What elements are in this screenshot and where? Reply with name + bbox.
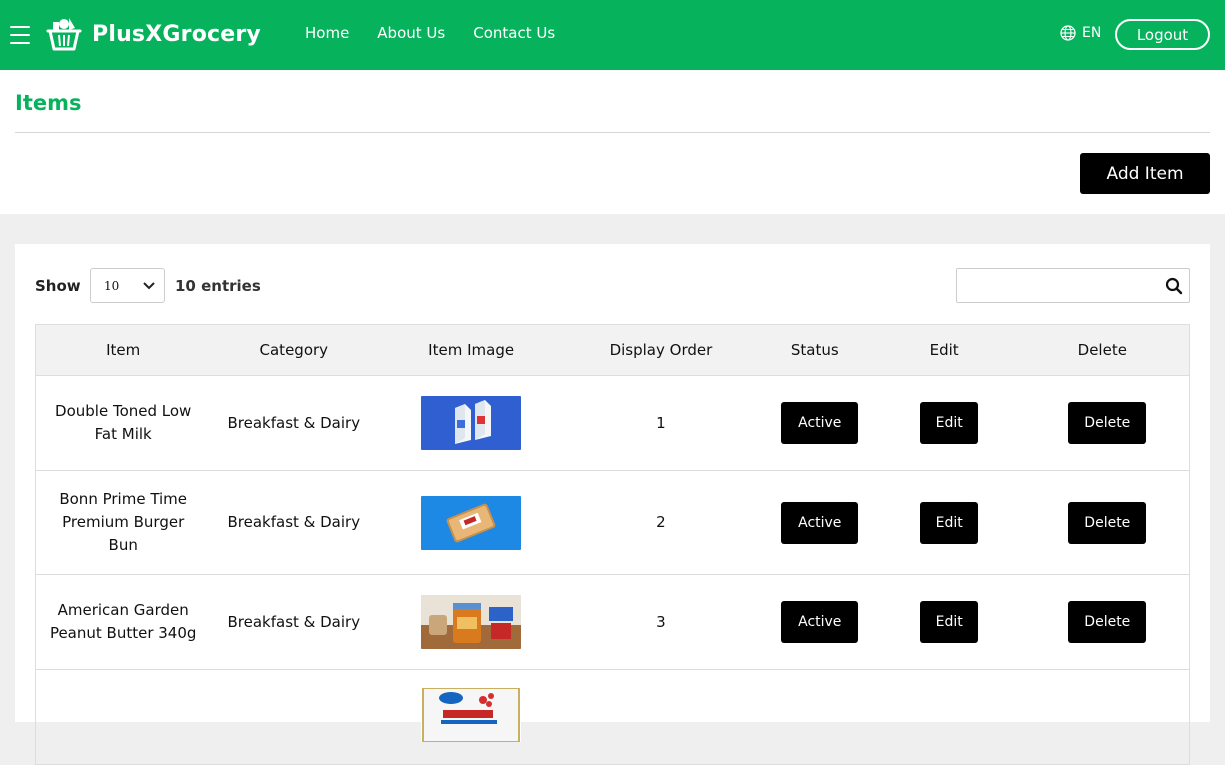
status-cell: Active <box>756 375 873 471</box>
nav-home-link[interactable]: Home <box>305 24 349 42</box>
paneer-pack-image <box>421 688 522 742</box>
delete-button[interactable]: Delete <box>1068 601 1147 643</box>
col-header-display-order[interactable]: Display Order <box>565 324 757 376</box>
search-icon[interactable] <box>1165 277 1183 295</box>
display-order: 2 <box>565 470 757 575</box>
col-header-item[interactable]: Item <box>35 324 211 376</box>
nav-contact-link[interactable]: Contact Us <box>473 24 555 42</box>
delete-cell: Delete <box>1015 574 1190 670</box>
items-table: Item Category Item Image Display Order S… <box>35 324 1190 765</box>
table-search <box>956 268 1190 303</box>
display-order: 1 <box>565 375 757 471</box>
brand-logo[interactable]: PlusXGrocery <box>44 14 261 54</box>
logout-button[interactable]: Logout <box>1115 19 1210 50</box>
entries-label: 10 entries <box>175 277 261 295</box>
item-image-cell <box>377 669 566 765</box>
table-header-row: Item Category Item Image Display Order S… <box>35 324 1190 376</box>
header-divider <box>15 132 1210 133</box>
add-item-button[interactable]: Add Item <box>1080 153 1210 194</box>
item-category: Breakfast & Dairy <box>210 470 378 575</box>
burger-bun-image <box>421 495 522 550</box>
col-header-category[interactable]: Category <box>210 324 378 376</box>
item-category: Breakfast & Dairy <box>210 574 378 670</box>
edit-cell: Edit <box>872 375 1016 471</box>
col-header-status[interactable]: Status <box>756 324 873 376</box>
status-active-button[interactable]: Active <box>781 402 859 444</box>
item-image-cell <box>377 574 566 670</box>
page-size-select[interactable]: 10 <box>90 268 165 303</box>
edit-cell <box>872 669 1016 765</box>
delete-cell <box>1015 669 1190 765</box>
table-row <box>35 669 1190 765</box>
edit-button[interactable]: Edit <box>920 402 979 444</box>
item-name: Bonn Prime Time Premium Burger Bun <box>35 470 211 575</box>
page-title: Items <box>15 91 82 115</box>
item-name: Double Toned Low Fat Milk <box>35 375 211 471</box>
page-header: Items Add Item <box>0 70 1225 214</box>
top-navbar: PlusXGrocery Home About Us Contact Us EN… <box>0 0 1225 70</box>
edit-button[interactable]: Edit <box>920 501 979 544</box>
items-table-card: Show 10 10 entries Item Category Item Im… <box>15 244 1210 765</box>
table-row: Bonn Prime Time Premium Burger Bun Break… <box>35 470 1190 575</box>
brand-name: PlusXGrocery <box>92 21 261 47</box>
language-selector[interactable]: EN <box>1060 25 1101 41</box>
display-order <box>565 669 757 765</box>
chevron-down-icon <box>143 281 155 289</box>
edit-cell: Edit <box>872 574 1016 670</box>
status-active-button[interactable]: Active <box>781 601 859 643</box>
col-header-item-image[interactable]: Item Image <box>377 324 566 376</box>
nav-about-link[interactable]: About Us <box>377 24 445 42</box>
show-label: Show <box>35 277 81 295</box>
status-cell: Active <box>756 470 873 575</box>
item-name <box>35 669 211 765</box>
status-active-button[interactable]: Active <box>781 501 859 544</box>
milk-carton-image <box>421 396 522 450</box>
table-row: Double Toned Low Fat Milk Breakfast & Da… <box>35 375 1190 471</box>
delete-button[interactable]: Delete <box>1068 402 1147 444</box>
delete-cell: Delete <box>1015 470 1190 575</box>
language-code: EN <box>1082 25 1102 41</box>
main-nav: Home About Us Contact Us <box>305 24 555 42</box>
peanut-butter-image <box>421 595 522 649</box>
edit-cell: Edit <box>872 470 1016 575</box>
hamburger-icon[interactable] <box>10 26 30 44</box>
delete-button[interactable]: Delete <box>1068 501 1147 544</box>
item-name: American Garden Peanut Butter 340g <box>35 574 211 670</box>
item-image-cell <box>377 375 566 471</box>
search-input[interactable] <box>957 269 1157 302</box>
item-image-cell <box>377 470 566 575</box>
item-category <box>210 669 378 765</box>
display-order: 3 <box>565 574 757 670</box>
edit-button[interactable]: Edit <box>920 601 979 643</box>
status-cell: Active <box>756 574 873 670</box>
page-size-value: 10 <box>104 278 120 293</box>
item-category: Breakfast & Dairy <box>210 375 378 471</box>
delete-cell: Delete <box>1015 375 1190 471</box>
status-cell <box>756 669 873 765</box>
grocery-basket-icon <box>46 18 82 51</box>
globe-icon <box>1060 25 1076 41</box>
col-header-delete[interactable]: Delete <box>1015 324 1190 376</box>
table-row: American Garden Peanut Butter 340g Break… <box>35 574 1190 670</box>
col-header-edit[interactable]: Edit <box>872 324 1016 376</box>
